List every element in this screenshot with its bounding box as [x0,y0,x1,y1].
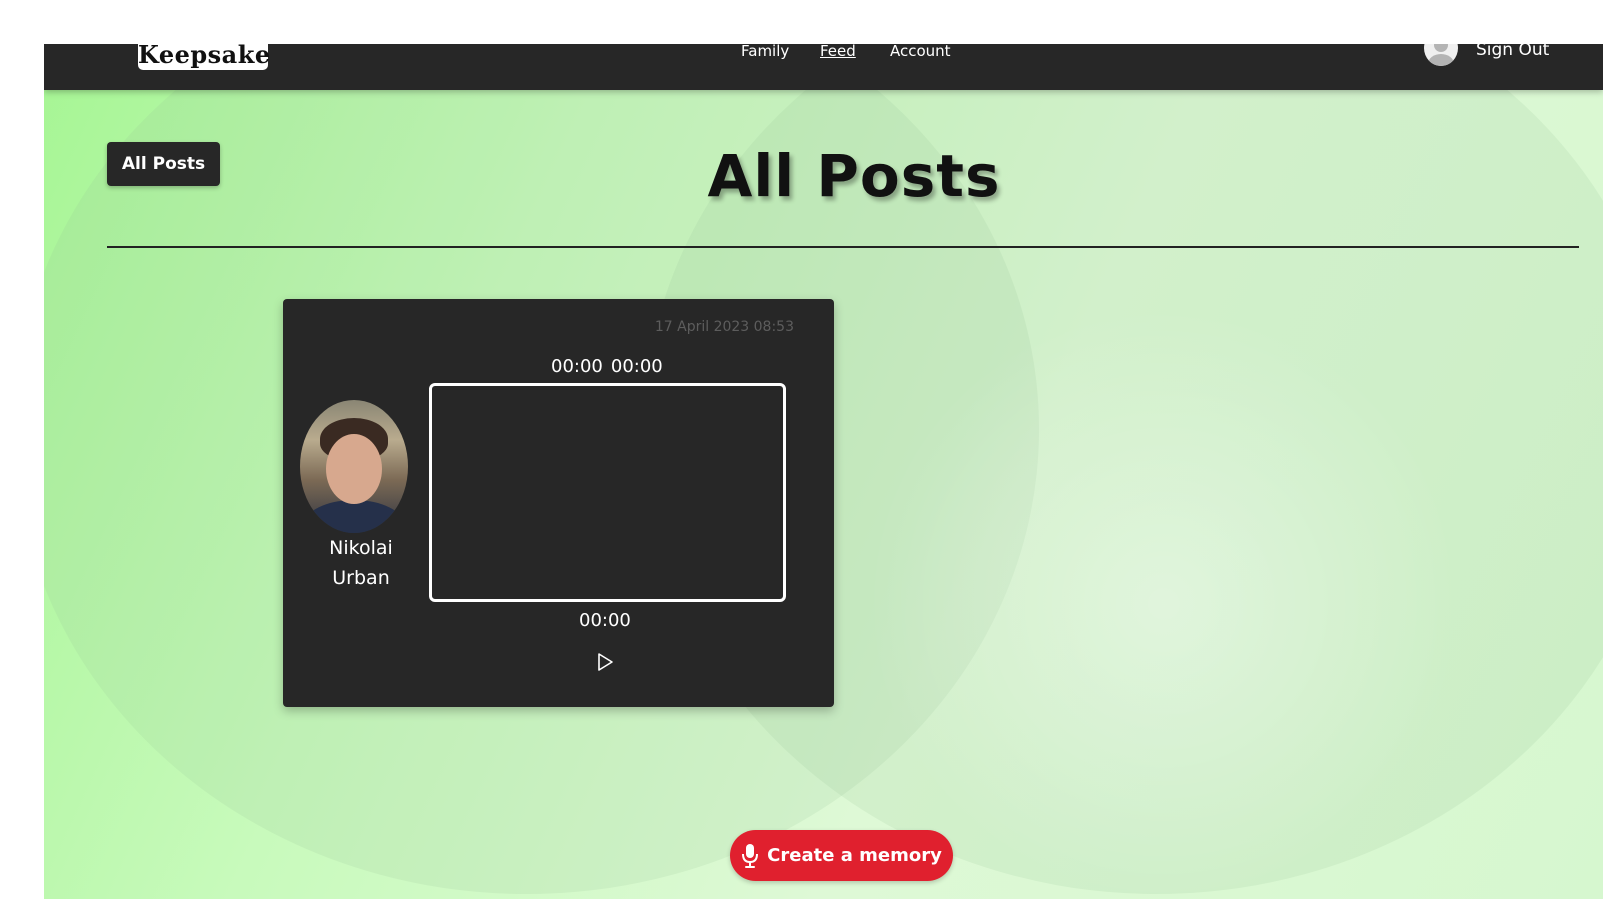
avatar-shirt-shape [304,500,404,533]
background-glow [864,304,1464,899]
app-root: Keepsake Family Feed Account Sign Out Al… [44,44,1603,899]
audio-time-display: 00:00 00:00 [551,356,671,377]
audio-current-time: 00:00 [551,356,603,377]
all-posts-button[interactable]: All Posts [107,142,220,186]
user-avatar-icon[interactable] [1424,44,1458,66]
top-navbar: Keepsake Family Feed Account Sign Out [44,44,1603,90]
audio-time-bottom: 00:00 [579,610,631,631]
nav-link-family[interactable]: Family [741,44,789,60]
audio-total-time: 00:00 [610,356,663,377]
avatar-face-shape [326,434,382,504]
avatar-body-shape [1428,54,1454,66]
audio-waveform[interactable] [429,383,786,602]
sign-out-link[interactable]: Sign Out [1476,44,1549,59]
post-date: 17 April 2023 08:53 [654,319,794,335]
nav-link-feed[interactable]: Feed [820,44,856,60]
create-memory-label: Create a memory [767,845,942,866]
author-avatar[interactable] [300,400,408,533]
author-name: Nikolai Urban [329,537,393,589]
microphone-icon [742,843,759,868]
nav-link-account[interactable]: Account [890,44,951,60]
avatar-head-shape [1434,44,1448,52]
post-card: 17 April 2023 08:53 Nikolai Urban 00:00 0… [283,299,834,707]
create-memory-button[interactable]: Create a memory [730,830,953,881]
page-title: All Posts [707,142,1001,210]
play-icon[interactable] [595,652,615,672]
header-divider [107,246,1579,248]
app-logo[interactable]: Keepsake [138,44,270,70]
